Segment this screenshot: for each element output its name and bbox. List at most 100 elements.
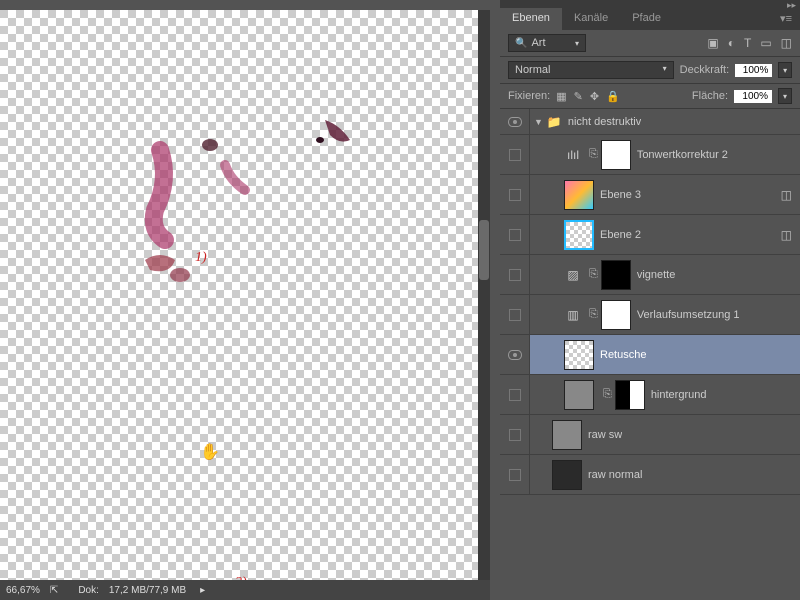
checkbox-icon <box>509 269 521 281</box>
layer-name[interactable]: raw normal <box>588 469 642 481</box>
filter-image-icon[interactable]: ▣ <box>707 36 718 50</box>
filter-label: Art <box>531 37 545 49</box>
link-icon: ⎘ <box>589 148 598 161</box>
filter-row: 🔍 Art ▾ ▣ ◐ T ▭ ◫ <box>500 30 800 57</box>
hand-cursor-icon: ✋ <box>200 442 220 462</box>
layer-name[interactable]: Verlaufsumsetzung 1 <box>637 309 740 321</box>
visibility-toggle[interactable] <box>500 175 530 214</box>
opacity-slider-button[interactable]: ▾ <box>778 62 792 78</box>
fill-slider-button[interactable]: ▾ <box>778 88 792 104</box>
panel-tabs: Ebenen Kanäle Pfade ▾≡ <box>500 8 800 30</box>
annotation-1: 1) <box>195 250 207 266</box>
vertical-scrollbar[interactable] <box>478 10 490 580</box>
filter-shape-icon[interactable]: ▭ <box>760 36 771 50</box>
layer-thumbnail[interactable] <box>552 420 582 450</box>
tab-channels[interactable]: Kanäle <box>562 8 620 30</box>
lock-row: Fixieren: ▦ ✎ ✥ 🔒 Fläche: 100% ▾ <box>500 83 800 109</box>
layer-name[interactable]: vignette <box>637 269 676 281</box>
layer-row[interactable]: raw sw <box>500 415 800 455</box>
tab-layers[interactable]: Ebenen <box>500 8 562 30</box>
blend-mode-dropdown[interactable]: Normal ▾ <box>508 61 674 79</box>
adjustment-icon: ▨ <box>564 268 582 282</box>
lock-all-icon[interactable]: 🔒 <box>606 90 620 103</box>
layer-row[interactable]: ılıl ⎘ Tonwertkorrektur 2 <box>500 135 800 175</box>
visibility-toggle[interactable] <box>500 375 530 414</box>
layer-group[interactable]: ▼ 📁 nicht destruktiv <box>500 109 800 135</box>
layer-row[interactable]: raw normal <box>500 455 800 495</box>
search-icon: 🔍 <box>515 38 527 49</box>
layer-row-selected[interactable]: Retusche <box>500 335 800 375</box>
layer-row[interactable]: Ebene 2 ◫ <box>500 215 800 255</box>
folder-icon: 📁 <box>547 115 562 129</box>
filter-type-dropdown[interactable]: 🔍 Art ▾ <box>508 34 586 52</box>
mask-thumbnail[interactable] <box>601 300 631 330</box>
eye-icon <box>508 117 522 127</box>
doc-label: Dok: <box>78 585 99 596</box>
scrollbar-thumb[interactable] <box>479 220 489 280</box>
layer-row[interactable]: ▥ ⎘ Verlaufsumsetzung 1 <box>500 295 800 335</box>
chevron-updown-icon: ▾ <box>663 64 667 73</box>
eye-icon <box>508 350 522 360</box>
checkbox-icon <box>509 229 521 241</box>
layer-thumbnail[interactable] <box>564 220 594 250</box>
checkbox-icon <box>509 149 521 161</box>
visibility-toggle[interactable] <box>500 455 530 494</box>
visibility-toggle[interactable] <box>500 215 530 254</box>
zoom-level[interactable]: 66,67% <box>6 585 40 596</box>
visibility-toggle[interactable] <box>500 109 530 134</box>
paint-strokes <box>130 110 390 310</box>
filter-smart-icon[interactable]: ◫ <box>781 36 792 50</box>
export-icon[interactable]: ⇱ <box>50 585 58 596</box>
checkbox-icon <box>509 389 521 401</box>
filter-text-icon[interactable]: T <box>744 36 751 50</box>
blend-row: Normal ▾ Deckkraft: 100% ▾ <box>500 57 800 83</box>
link-icon: ⎘ <box>603 388 612 401</box>
status-menu-arrow[interactable]: ▸ <box>200 585 205 596</box>
group-name[interactable]: nicht destruktiv <box>568 116 641 128</box>
lock-transparency-icon[interactable]: ▦ <box>556 90 566 103</box>
smart-object-icon: ◫ <box>781 188 792 202</box>
layer-row[interactable]: ⎘ hintergrund <box>500 375 800 415</box>
checkbox-icon <box>509 309 521 321</box>
lock-paint-icon[interactable]: ✎ <box>574 90 583 103</box>
panel-collapse-strip[interactable]: ▸▸ <box>500 0 800 8</box>
mask-thumbnail[interactable] <box>615 380 645 410</box>
fill-value[interactable]: 100% <box>734 90 772 103</box>
layer-row[interactable]: Ebene 3 ◫ <box>500 175 800 215</box>
layer-name[interactable]: Retusche <box>600 349 646 361</box>
mask-thumbnail[interactable] <box>601 140 631 170</box>
filter-icons: ▣ ◐ T ▭ ◫ <box>707 36 792 50</box>
visibility-toggle[interactable] <box>500 295 530 334</box>
filter-adjust-icon[interactable]: ◐ <box>728 36 735 50</box>
layer-name[interactable]: Ebene 2 <box>600 229 641 241</box>
visibility-toggle[interactable] <box>500 415 530 454</box>
layer-row[interactable]: ▨ ⎘ vignette <box>500 255 800 295</box>
link-icon: ⎘ <box>589 268 598 281</box>
opacity-value[interactable]: 100% <box>735 64 772 77</box>
layer-thumbnail[interactable] <box>552 460 582 490</box>
gradient-map-icon: ▥ <box>564 308 582 322</box>
link-icon: ⎘ <box>589 308 598 321</box>
panel-menu-icon[interactable]: ▾≡ <box>772 8 800 30</box>
tab-paths[interactable]: Pfade <box>620 8 673 30</box>
disclosure-triangle-icon[interactable]: ▼ <box>534 117 543 127</box>
layer-thumbnail[interactable] <box>564 180 594 210</box>
layer-name[interactable]: Tonwertkorrektur 2 <box>637 149 728 161</box>
visibility-toggle[interactable] <box>500 335 530 374</box>
layers-panel: ▸▸ Ebenen Kanäle Pfade ▾≡ 🔍 Art ▾ ▣ ◐ T … <box>500 0 800 600</box>
visibility-toggle[interactable] <box>500 255 530 294</box>
layer-name[interactable]: hintergrund <box>651 389 707 401</box>
mask-thumbnail[interactable] <box>601 260 631 290</box>
smart-object-icon: ◫ <box>781 228 792 242</box>
layer-name[interactable]: raw sw <box>588 429 622 441</box>
chevron-updown-icon: ▾ <box>575 39 579 48</box>
blend-mode-value: Normal <box>515 64 550 76</box>
visibility-toggle[interactable] <box>500 135 530 174</box>
layer-thumbnail[interactable] <box>564 380 594 410</box>
lock-position-icon[interactable]: ✥ <box>590 90 599 103</box>
layer-name[interactable]: Ebene 3 <box>600 189 641 201</box>
doc-size: 17,2 MB/77,9 MB <box>109 585 186 596</box>
layer-thumbnail[interactable] <box>564 340 594 370</box>
canvas[interactable]: 1) ✋ 2) <box>0 10 490 580</box>
fill-label: Fläche: <box>692 90 728 102</box>
